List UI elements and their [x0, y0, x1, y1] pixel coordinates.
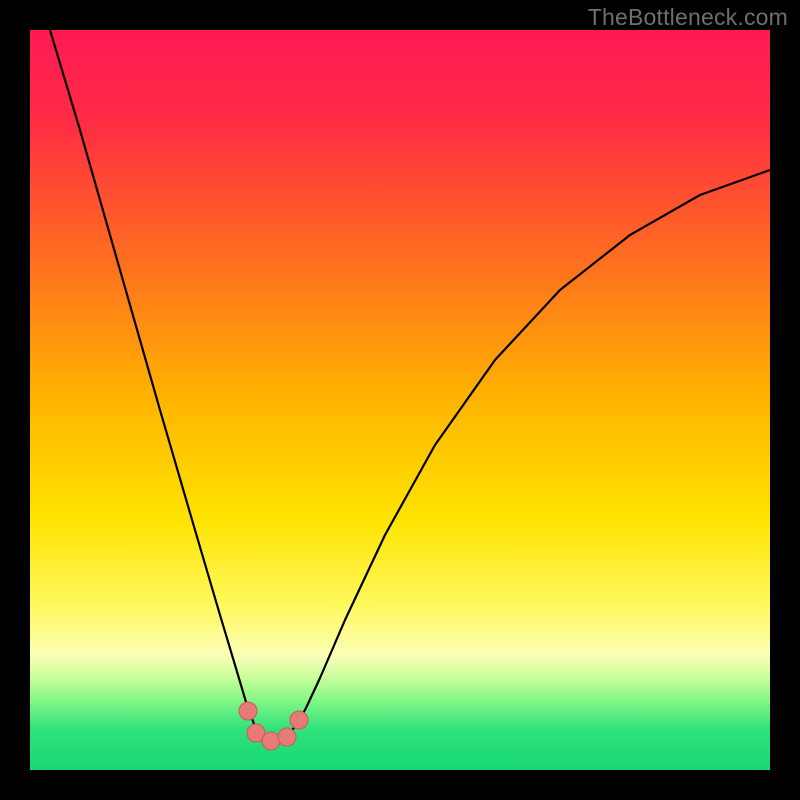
curve-marker: [262, 732, 280, 750]
gradient-background: [30, 30, 770, 770]
curve-marker: [239, 702, 257, 720]
curve-marker: [290, 711, 308, 729]
chart-svg: [30, 30, 770, 770]
watermark-text: TheBottleneck.com: [588, 4, 788, 31]
curve-marker: [278, 728, 296, 746]
outer-frame: TheBottleneck.com: [0, 0, 800, 800]
plot-area: [30, 30, 770, 770]
